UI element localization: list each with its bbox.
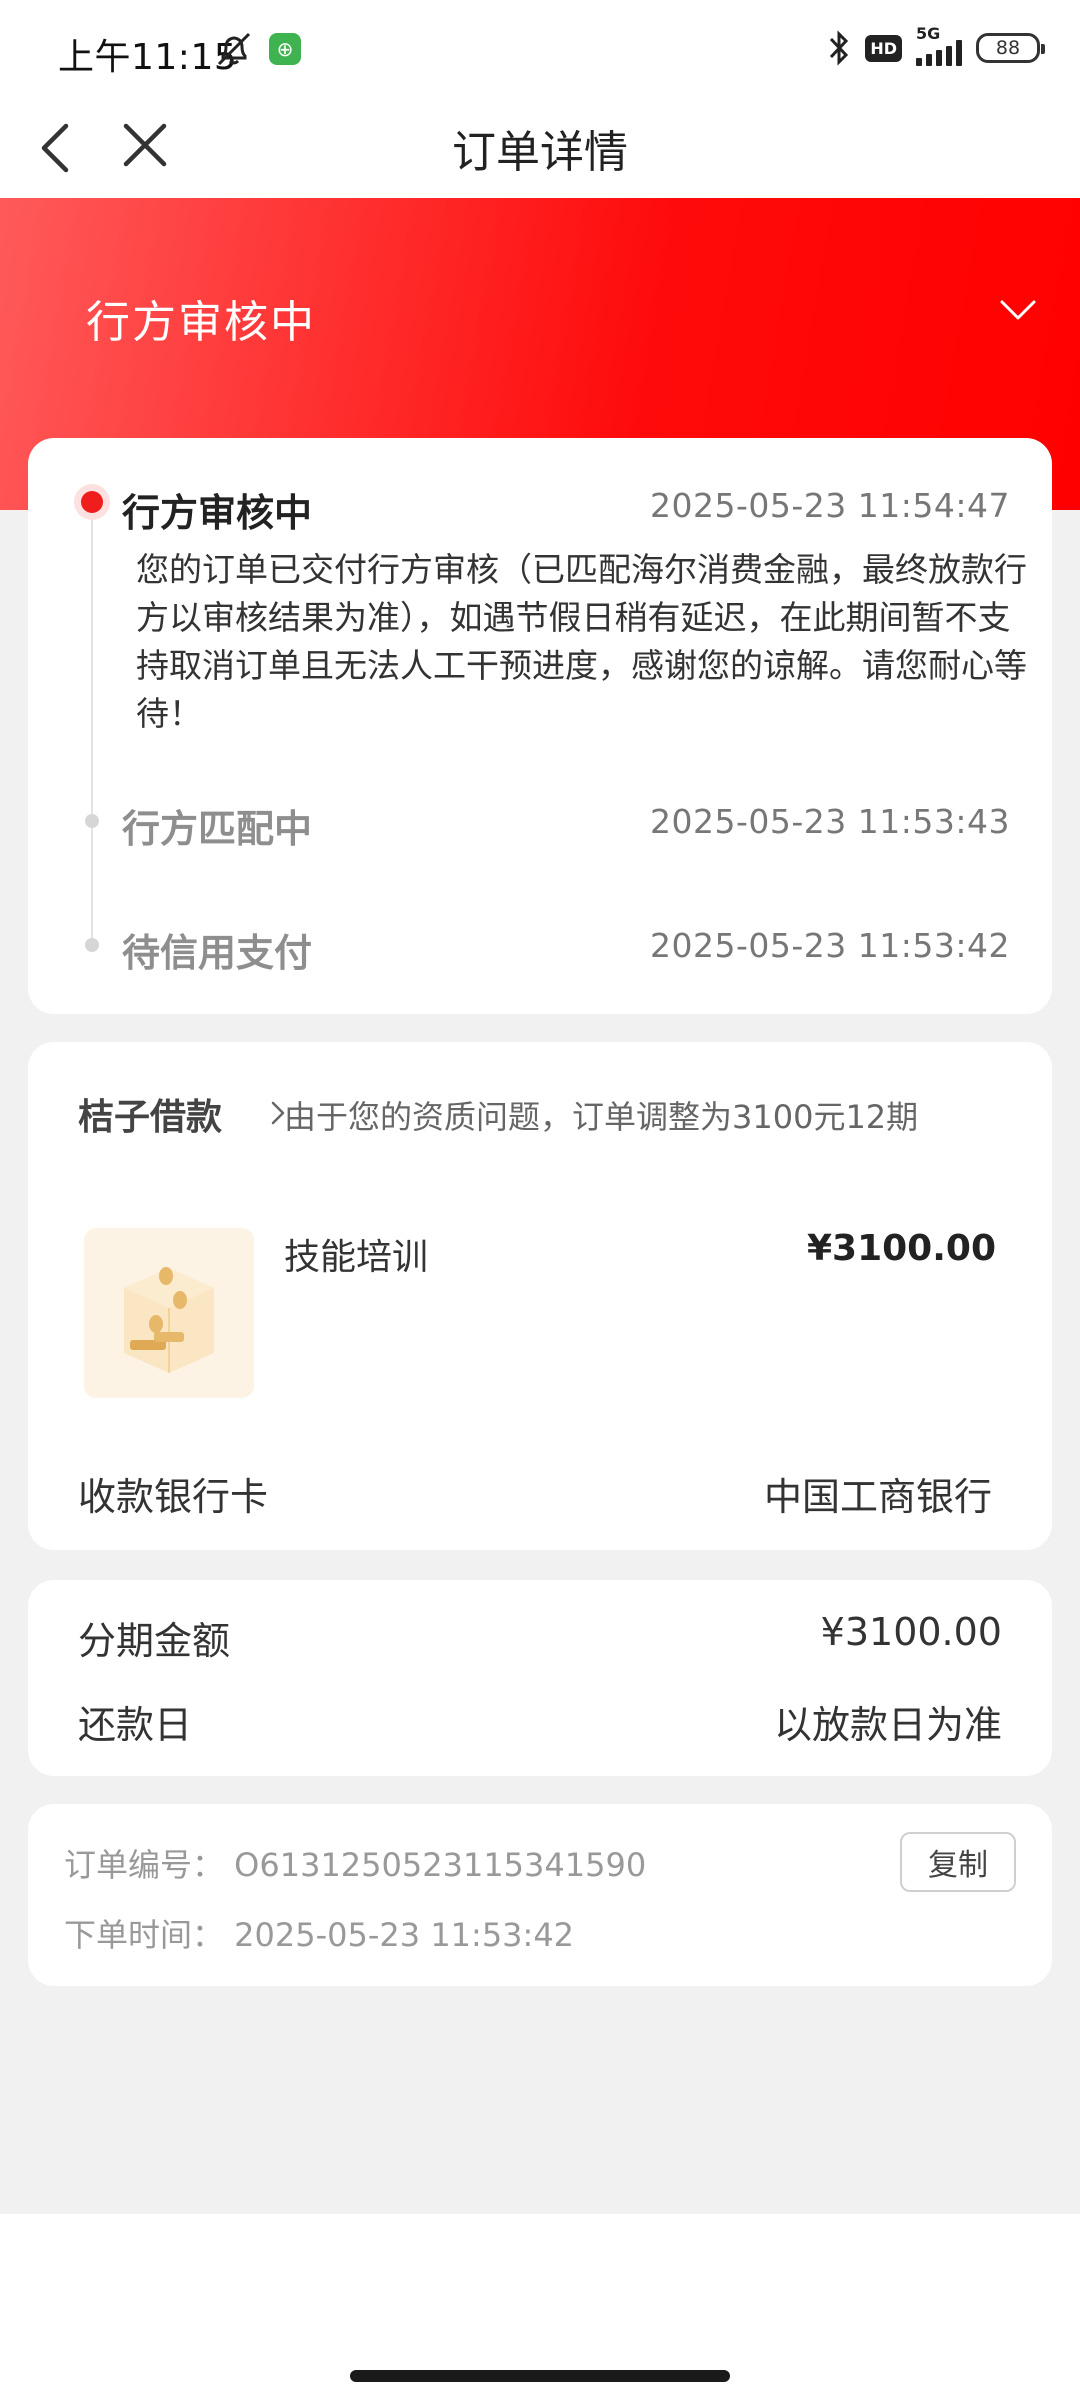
bank-card-value: 中国工商银行 bbox=[763, 1475, 992, 1519]
battery-icon: 88 bbox=[976, 33, 1045, 63]
repay-day-value: 以放款日为准 bbox=[773, 1703, 1002, 1747]
timeline-step-time: 2025-05-23 11:54:47 bbox=[650, 486, 1010, 525]
page-title: 订单详情 bbox=[452, 127, 628, 178]
loan-brand-name[interactable]: 桔子借款 bbox=[78, 1088, 222, 1140]
order-time: 下单时间： 2025-05-23 11:53:42 bbox=[64, 1916, 575, 1954]
product-name: 技能培训 bbox=[284, 1237, 429, 1278]
status-icons-right: HD 5G 88 bbox=[827, 24, 1045, 68]
loan-adjust-note: 由于您的资质问题，订单调整为3100元12期 bbox=[284, 1098, 919, 1136]
repay-day-label: 还款日 bbox=[78, 1703, 193, 1747]
app-notification-icon: ⊕ bbox=[269, 33, 301, 65]
order-number: 订单编号： O6131250523115341590 bbox=[64, 1846, 647, 1884]
product-thumbnail bbox=[84, 1228, 254, 1398]
home-indicator[interactable] bbox=[350, 2370, 730, 2382]
coin-box-icon bbox=[124, 1267, 214, 1373]
installment-amount-label: 分期金额 bbox=[78, 1619, 231, 1663]
timeline-dot bbox=[85, 938, 99, 952]
timeline-step-time: 2025-05-23 11:53:42 bbox=[650, 926, 1010, 965]
installment-amount-value: ¥3100.00 bbox=[820, 1610, 1002, 1654]
hd-badge: HD bbox=[865, 34, 902, 62]
bluetooth-icon bbox=[830, 30, 849, 66]
timeline-dot-active bbox=[74, 484, 110, 520]
status-icons-left: ⊕ bbox=[215, 30, 301, 68]
timeline-dot bbox=[85, 814, 99, 828]
product-price: ¥3100.00 bbox=[806, 1228, 996, 1269]
bank-card-label: 收款银行卡 bbox=[78, 1475, 269, 1519]
signal-icon: 5G bbox=[916, 24, 962, 66]
status-timeline-card: 行方审核中 2025-05-23 11:54:47 您的订单已交付行方审核（已匹… bbox=[28, 438, 1052, 1014]
timeline-line bbox=[91, 506, 93, 946]
nav-bar: 订单详情 bbox=[0, 100, 1080, 198]
timeline-step-title: 待信用支付 bbox=[122, 931, 313, 975]
banner-status-title: 行方审核中 bbox=[86, 297, 316, 348]
loan-product-card: 桔子借款 由于您的资质问题，订单调整为3100元12期 技能培训 ¥3100.0… bbox=[28, 1042, 1052, 1550]
status-bar: 上午11:15 ⊕ HD 5G 88 bbox=[0, 0, 1080, 100]
mute-bell-icon bbox=[217, 32, 251, 66]
timeline-step-description: 您的订单已交付行方审核（已匹配海尔消费金融，最终放款行方以审核结果为准），如遇节… bbox=[136, 550, 1027, 733]
timeline-step-title: 行方匹配中 bbox=[122, 807, 313, 851]
network-type: 5G bbox=[916, 24, 941, 43]
order-info-card: 订单编号： O6131250523115341590 下单时间： 2025-05… bbox=[28, 1804, 1052, 1986]
timeline-step-title: 行方审核中 bbox=[122, 491, 313, 535]
status-time: 上午11:15 bbox=[58, 37, 238, 78]
copy-order-number-button[interactable]: 复制 bbox=[900, 1832, 1016, 1892]
timeline-step-time: 2025-05-23 11:53:43 bbox=[650, 802, 1010, 841]
installment-card: 分期金额 ¥3100.00 还款日 以放款日为准 bbox=[28, 1580, 1052, 1776]
chevron-down-icon[interactable] bbox=[996, 288, 1040, 332]
